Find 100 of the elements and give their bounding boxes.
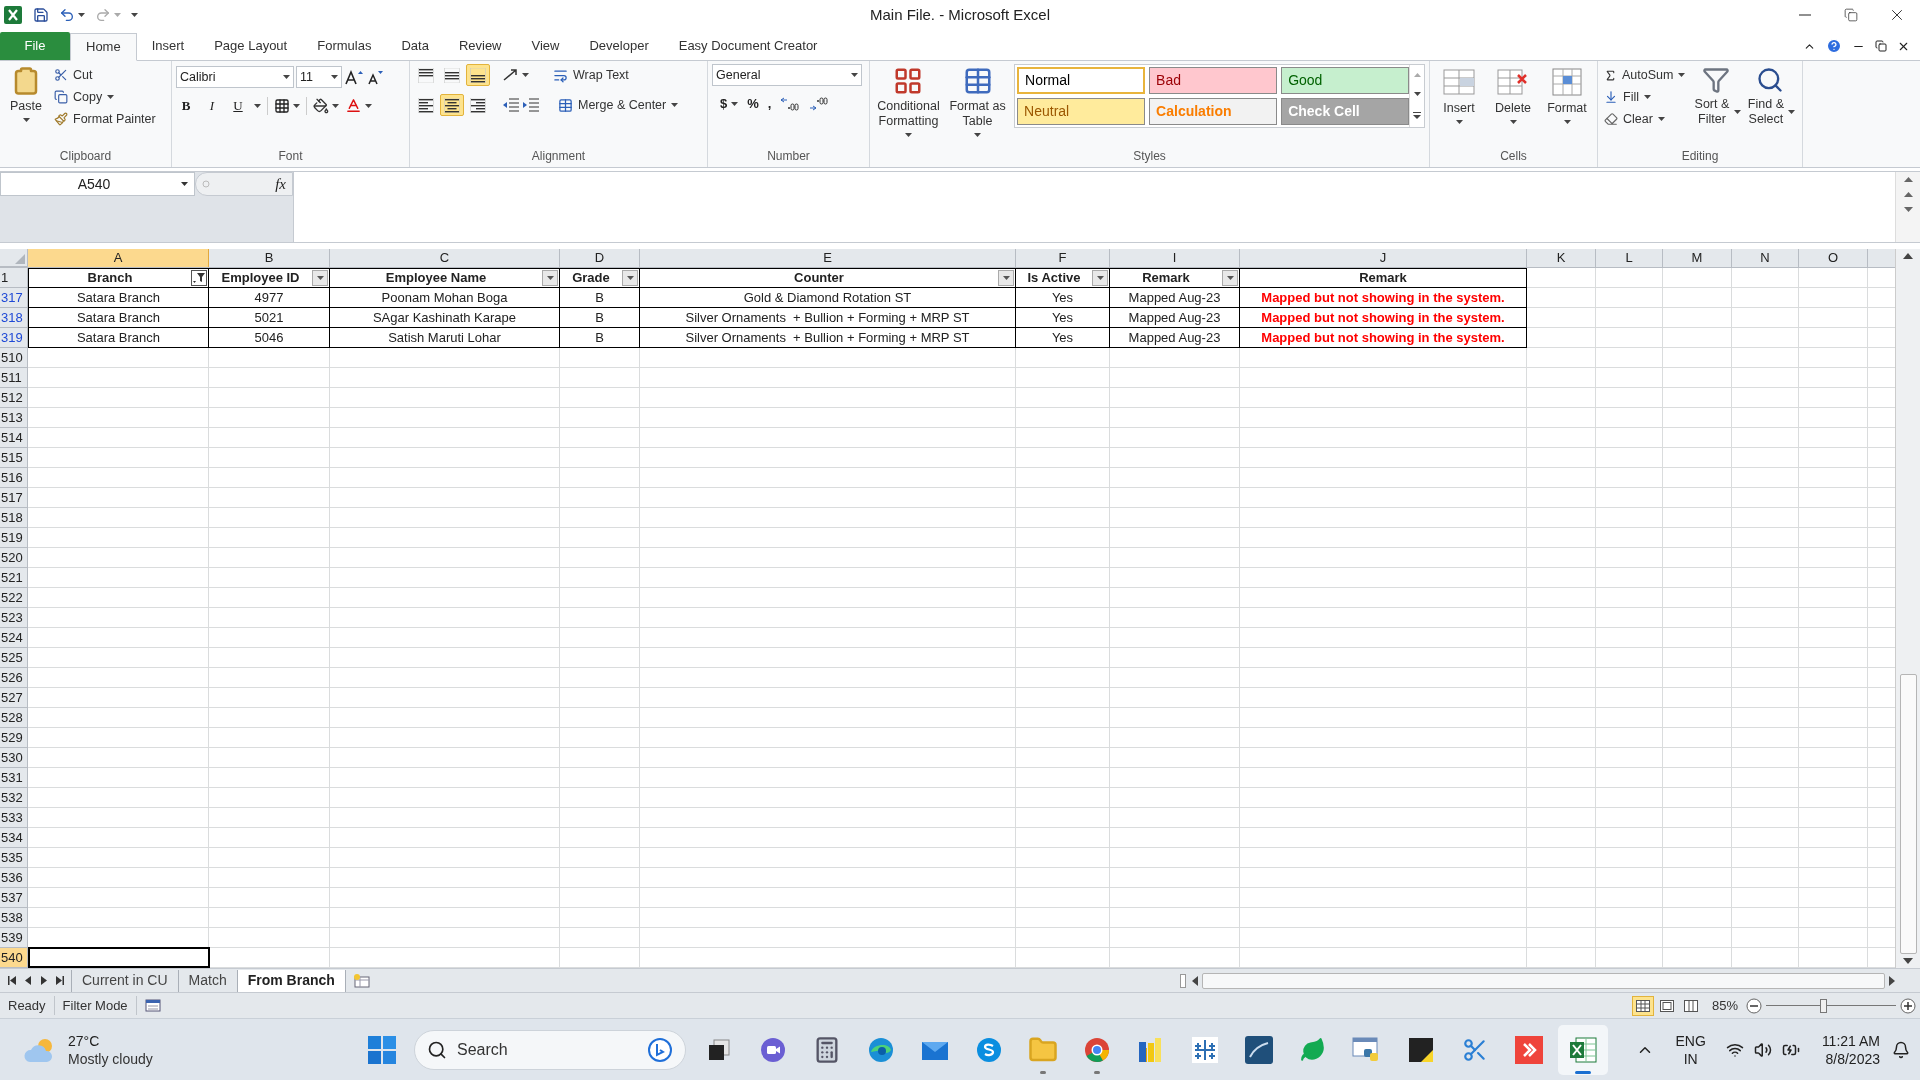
row-number[interactable]: 516: [0, 468, 28, 488]
row-number[interactable]: 537: [0, 888, 28, 908]
format-as-table-button[interactable]: Format as Table: [946, 64, 1009, 137]
search-field[interactable]: Search: [414, 1029, 686, 1070]
filter-button[interactable]: [1092, 270, 1108, 286]
cut-button[interactable]: Cut: [52, 64, 158, 86]
active-cell[interactable]: [28, 947, 210, 968]
decrease-indent-icon[interactable]: [502, 98, 520, 112]
scroll-right-icon[interactable]: [1889, 975, 1895, 986]
ribbon-tab[interactable]: Insert: [136, 32, 200, 60]
row-number[interactable]: 538: [0, 908, 28, 928]
row-number[interactable]: 318: [0, 308, 28, 328]
ribbon-tab[interactable]: Easy Document Creator: [663, 32, 833, 60]
zoom-in-icon[interactable]: [1900, 997, 1916, 1014]
scroll-up-icon[interactable]: [1903, 253, 1913, 259]
find-select-button[interactable]: Find & Select: [1745, 64, 1796, 127]
row-number[interactable]: 520: [0, 548, 28, 568]
row-number[interactable]: 533: [0, 808, 28, 828]
row-number[interactable]: 317: [0, 288, 28, 308]
name-box[interactable]: A540: [0, 172, 195, 196]
cell-style-option[interactable]: Bad: [1149, 67, 1278, 94]
font-color-icon[interactable]: [345, 97, 362, 115]
sort-filter-button[interactable]: Sort & Filter: [1691, 64, 1742, 127]
copy-button[interactable]: Copy: [52, 86, 158, 108]
view-button[interactable]: [1631, 995, 1654, 1016]
zoom-out-icon[interactable]: [1746, 997, 1762, 1014]
save-icon[interactable]: [33, 7, 49, 23]
cells-button[interactable]: Delete: [1488, 64, 1538, 124]
ribbon-tab[interactable]: Developer: [574, 32, 664, 60]
row-number[interactable]: 527: [0, 688, 28, 708]
row-number[interactable]: 512: [0, 388, 28, 408]
row-number[interactable]: 513: [0, 408, 28, 428]
filter-button[interactable]: [312, 270, 328, 286]
row-number[interactable]: 1: [0, 268, 28, 288]
fill-button[interactable]: Fill: [1602, 86, 1688, 108]
scroll-thumb[interactable]: [1899, 674, 1917, 954]
filter-button[interactable]: [1222, 270, 1238, 286]
scroll-down-icon[interactable]: [1903, 958, 1913, 964]
clock-date[interactable]: 8/8/2023: [1825, 1049, 1880, 1068]
undo-icon[interactable]: [59, 7, 75, 23]
horizontal-scrollbar[interactable]: [1202, 972, 1885, 989]
row-number[interactable]: 539: [0, 928, 28, 948]
underline-button[interactable]: U: [228, 96, 248, 116]
comma-button[interactable]: ,: [767, 94, 772, 114]
row-number[interactable]: 519: [0, 528, 28, 548]
bold-button[interactable]: B: [176, 96, 196, 116]
row-number[interactable]: 536: [0, 868, 28, 888]
sheet-nav-icon[interactable]: [8, 976, 16, 985]
cell-style-option[interactable]: Good: [1281, 67, 1410, 94]
paste-button[interactable]: Paste: [4, 64, 48, 122]
vertical-scrollbar[interactable]: [1895, 249, 1920, 968]
file-tab[interactable]: File: [0, 32, 70, 60]
autosum-button[interactable]: AutoSum: [1602, 64, 1688, 86]
clear-button[interactable]: Clear: [1602, 108, 1688, 130]
restore-icon[interactable]: [1875, 40, 1887, 52]
ribbon-tab[interactable]: Formulas: [302, 32, 387, 60]
row-number[interactable]: 514: [0, 428, 28, 448]
row-number[interactable]: 530: [0, 748, 28, 768]
grow-font-icon[interactable]: [344, 69, 364, 85]
zoom-slider[interactable]: [1766, 998, 1896, 1013]
row-number[interactable]: 534: [0, 828, 28, 848]
sheet-nav-icon[interactable]: [56, 976, 64, 985]
row-number[interactable]: 532: [0, 788, 28, 808]
row-number[interactable]: 540: [0, 948, 28, 968]
filter-button[interactable]: [622, 270, 638, 286]
vertical-align-button[interactable]: [466, 64, 490, 86]
increase-indent-icon[interactable]: [522, 98, 540, 112]
number-format-select[interactable]: General: [712, 64, 862, 86]
row-number[interactable]: 524: [0, 628, 28, 648]
split-handle[interactable]: [1180, 973, 1186, 988]
horizontal-align-button[interactable]: [440, 94, 464, 116]
merge-center-button[interactable]: Merge & Center: [556, 94, 681, 116]
conditional-formatting-button[interactable]: Conditional Formatting: [874, 64, 943, 137]
cell-style-option[interactable]: Normal: [1017, 67, 1146, 94]
row-number[interactable]: 528: [0, 708, 28, 728]
notification-icon[interactable]: [1892, 1040, 1910, 1059]
ribbon-tab[interactable]: Page Layout: [199, 32, 303, 60]
cell-style-option[interactable]: Neutral: [1017, 98, 1146, 125]
filter-button[interactable]: [998, 270, 1014, 286]
decrease-decimal-icon[interactable]: [809, 96, 830, 111]
filter-button[interactable]: [191, 270, 207, 286]
macro-record-icon[interactable]: [144, 999, 161, 1012]
row-number[interactable]: 531: [0, 768, 28, 788]
italic-button[interactable]: I: [202, 96, 222, 116]
row-number[interactable]: 521: [0, 568, 28, 588]
clock-time[interactable]: 11:21 AM: [1821, 1031, 1880, 1050]
row-number[interactable]: 522: [0, 588, 28, 608]
row-number[interactable]: 535: [0, 848, 28, 868]
ribbon-tab[interactable]: Home: [70, 33, 137, 61]
spreadsheet-logo-icon[interactable]: [3, 5, 23, 25]
borders-icon[interactable]: [274, 97, 290, 114]
font-size-select[interactable]: 11: [296, 66, 342, 88]
cells-button[interactable]: Format: [1542, 64, 1592, 124]
wrap-text-button[interactable]: Wrap Text: [551, 64, 631, 86]
scroll-left-icon[interactable]: [1192, 975, 1198, 986]
cells-button[interactable]: Insert: [1434, 64, 1484, 124]
insert-function-button[interactable]: fx: [275, 172, 286, 196]
currency-button[interactable]: $: [720, 94, 728, 114]
assistant-icon[interactable]: [647, 1036, 673, 1063]
row-number[interactable]: 518: [0, 508, 28, 528]
